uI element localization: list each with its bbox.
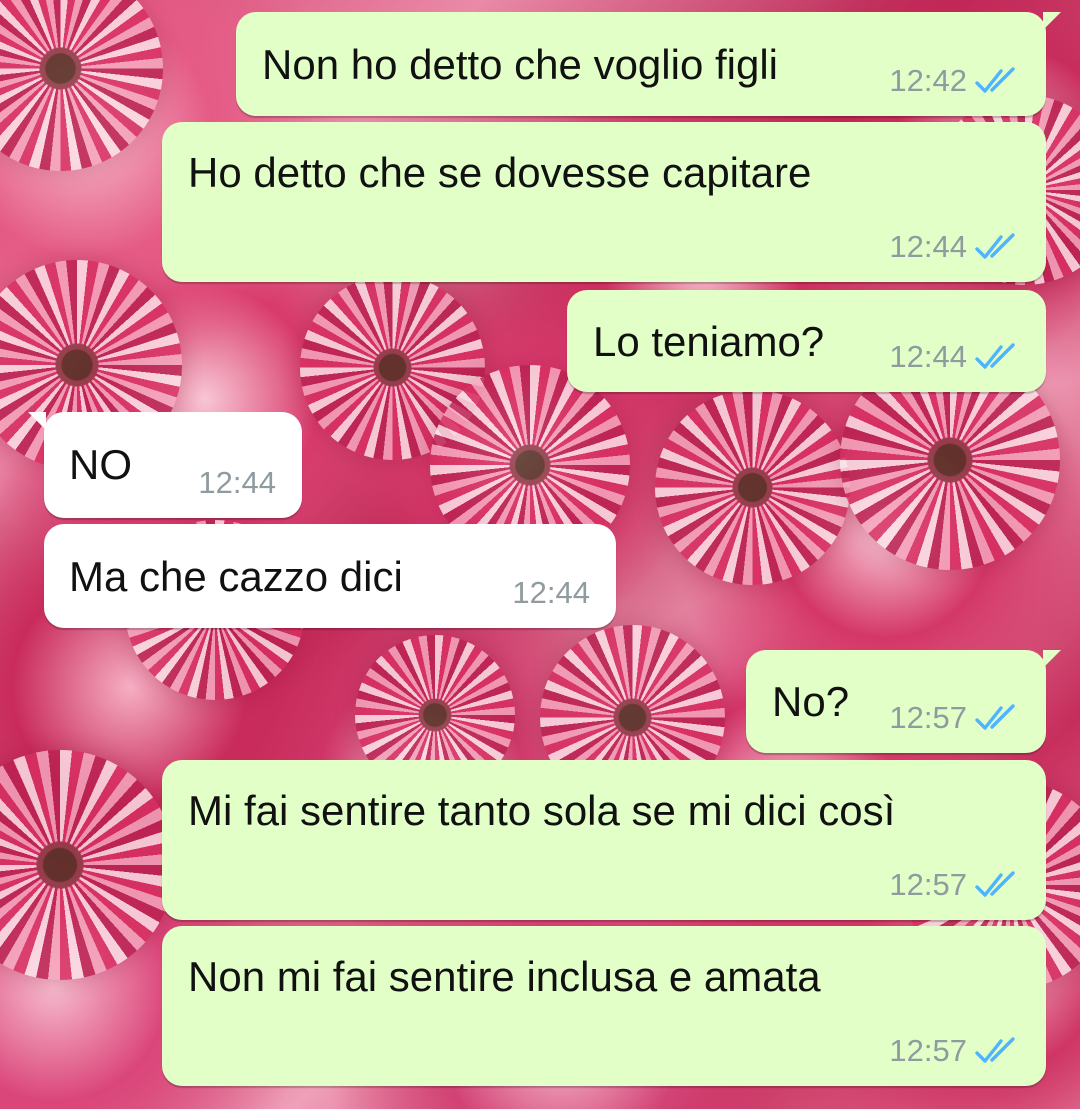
message-timestamp: 12:57 bbox=[889, 700, 967, 735]
outgoing-message-bubble[interactable]: Mi fai sentire tanto sola se mi dici cos… bbox=[162, 760, 1046, 920]
outgoing-bubble-tail bbox=[1043, 650, 1061, 668]
outgoing-bubble-tail bbox=[1043, 12, 1061, 30]
message-text: Lo teniamo? bbox=[593, 318, 825, 365]
double-check-read-icon bbox=[975, 342, 1015, 369]
incoming-bubble-tail bbox=[28, 412, 46, 430]
message-text: Ho detto che se dovesse capitare bbox=[188, 149, 812, 196]
message-timestamp: 12:44 bbox=[198, 465, 276, 500]
message-meta: 12:57 bbox=[889, 1035, 1022, 1066]
double-check-read-icon bbox=[975, 703, 1015, 730]
message-meta: 12:42 bbox=[889, 65, 1022, 96]
message-text: Non ho detto che voglio figli bbox=[262, 41, 778, 88]
message-timestamp: 12:44 bbox=[512, 575, 590, 610]
outgoing-message-bubble[interactable]: Lo teniamo? 12:44 bbox=[567, 290, 1046, 392]
chat-message-list: Non ho detto che voglio figli 12:42 Ho d… bbox=[0, 0, 1080, 1109]
message-timestamp: 12:44 bbox=[889, 339, 967, 374]
incoming-message-bubble[interactable]: NO 12:44 bbox=[28, 412, 302, 518]
message-text: Mi fai sentire tanto sola se mi dici cos… bbox=[188, 787, 896, 834]
message-meta: 12:57 bbox=[889, 869, 1022, 900]
double-check-read-icon bbox=[975, 232, 1015, 259]
outgoing-message-bubble[interactable]: No? 12:57 bbox=[746, 650, 1061, 753]
outgoing-message-bubble[interactable]: Ho detto che se dovesse capitare 12:44 bbox=[162, 122, 1046, 282]
outgoing-message-bubble[interactable]: Non mi fai sentire inclusa e amata 12:57 bbox=[162, 926, 1046, 1086]
message-meta: 12:44 bbox=[889, 231, 1022, 262]
outgoing-message-bubble[interactable]: Non ho detto che voglio figli 12:42 bbox=[236, 12, 1061, 116]
message-meta: 12:44 bbox=[889, 341, 1022, 372]
message-meta: 12:44 bbox=[512, 577, 590, 608]
double-check-read-icon bbox=[975, 1036, 1015, 1063]
message-timestamp: 12:42 bbox=[889, 63, 967, 98]
message-timestamp: 12:57 bbox=[889, 1033, 967, 1068]
message-text: NO bbox=[69, 441, 132, 488]
incoming-message-bubble[interactable]: Ma che cazzo dici 12:44 bbox=[44, 524, 616, 628]
message-timestamp: 12:57 bbox=[889, 867, 967, 902]
message-meta: 12:44 bbox=[198, 467, 276, 498]
message-text: No? bbox=[772, 678, 850, 725]
double-check-read-icon bbox=[975, 66, 1015, 93]
double-check-read-icon bbox=[975, 870, 1015, 897]
message-text: Ma che cazzo dici bbox=[69, 553, 403, 600]
message-timestamp: 12:44 bbox=[889, 229, 967, 264]
message-text: Non mi fai sentire inclusa e amata bbox=[188, 953, 821, 1000]
message-meta: 12:57 bbox=[889, 702, 1022, 733]
